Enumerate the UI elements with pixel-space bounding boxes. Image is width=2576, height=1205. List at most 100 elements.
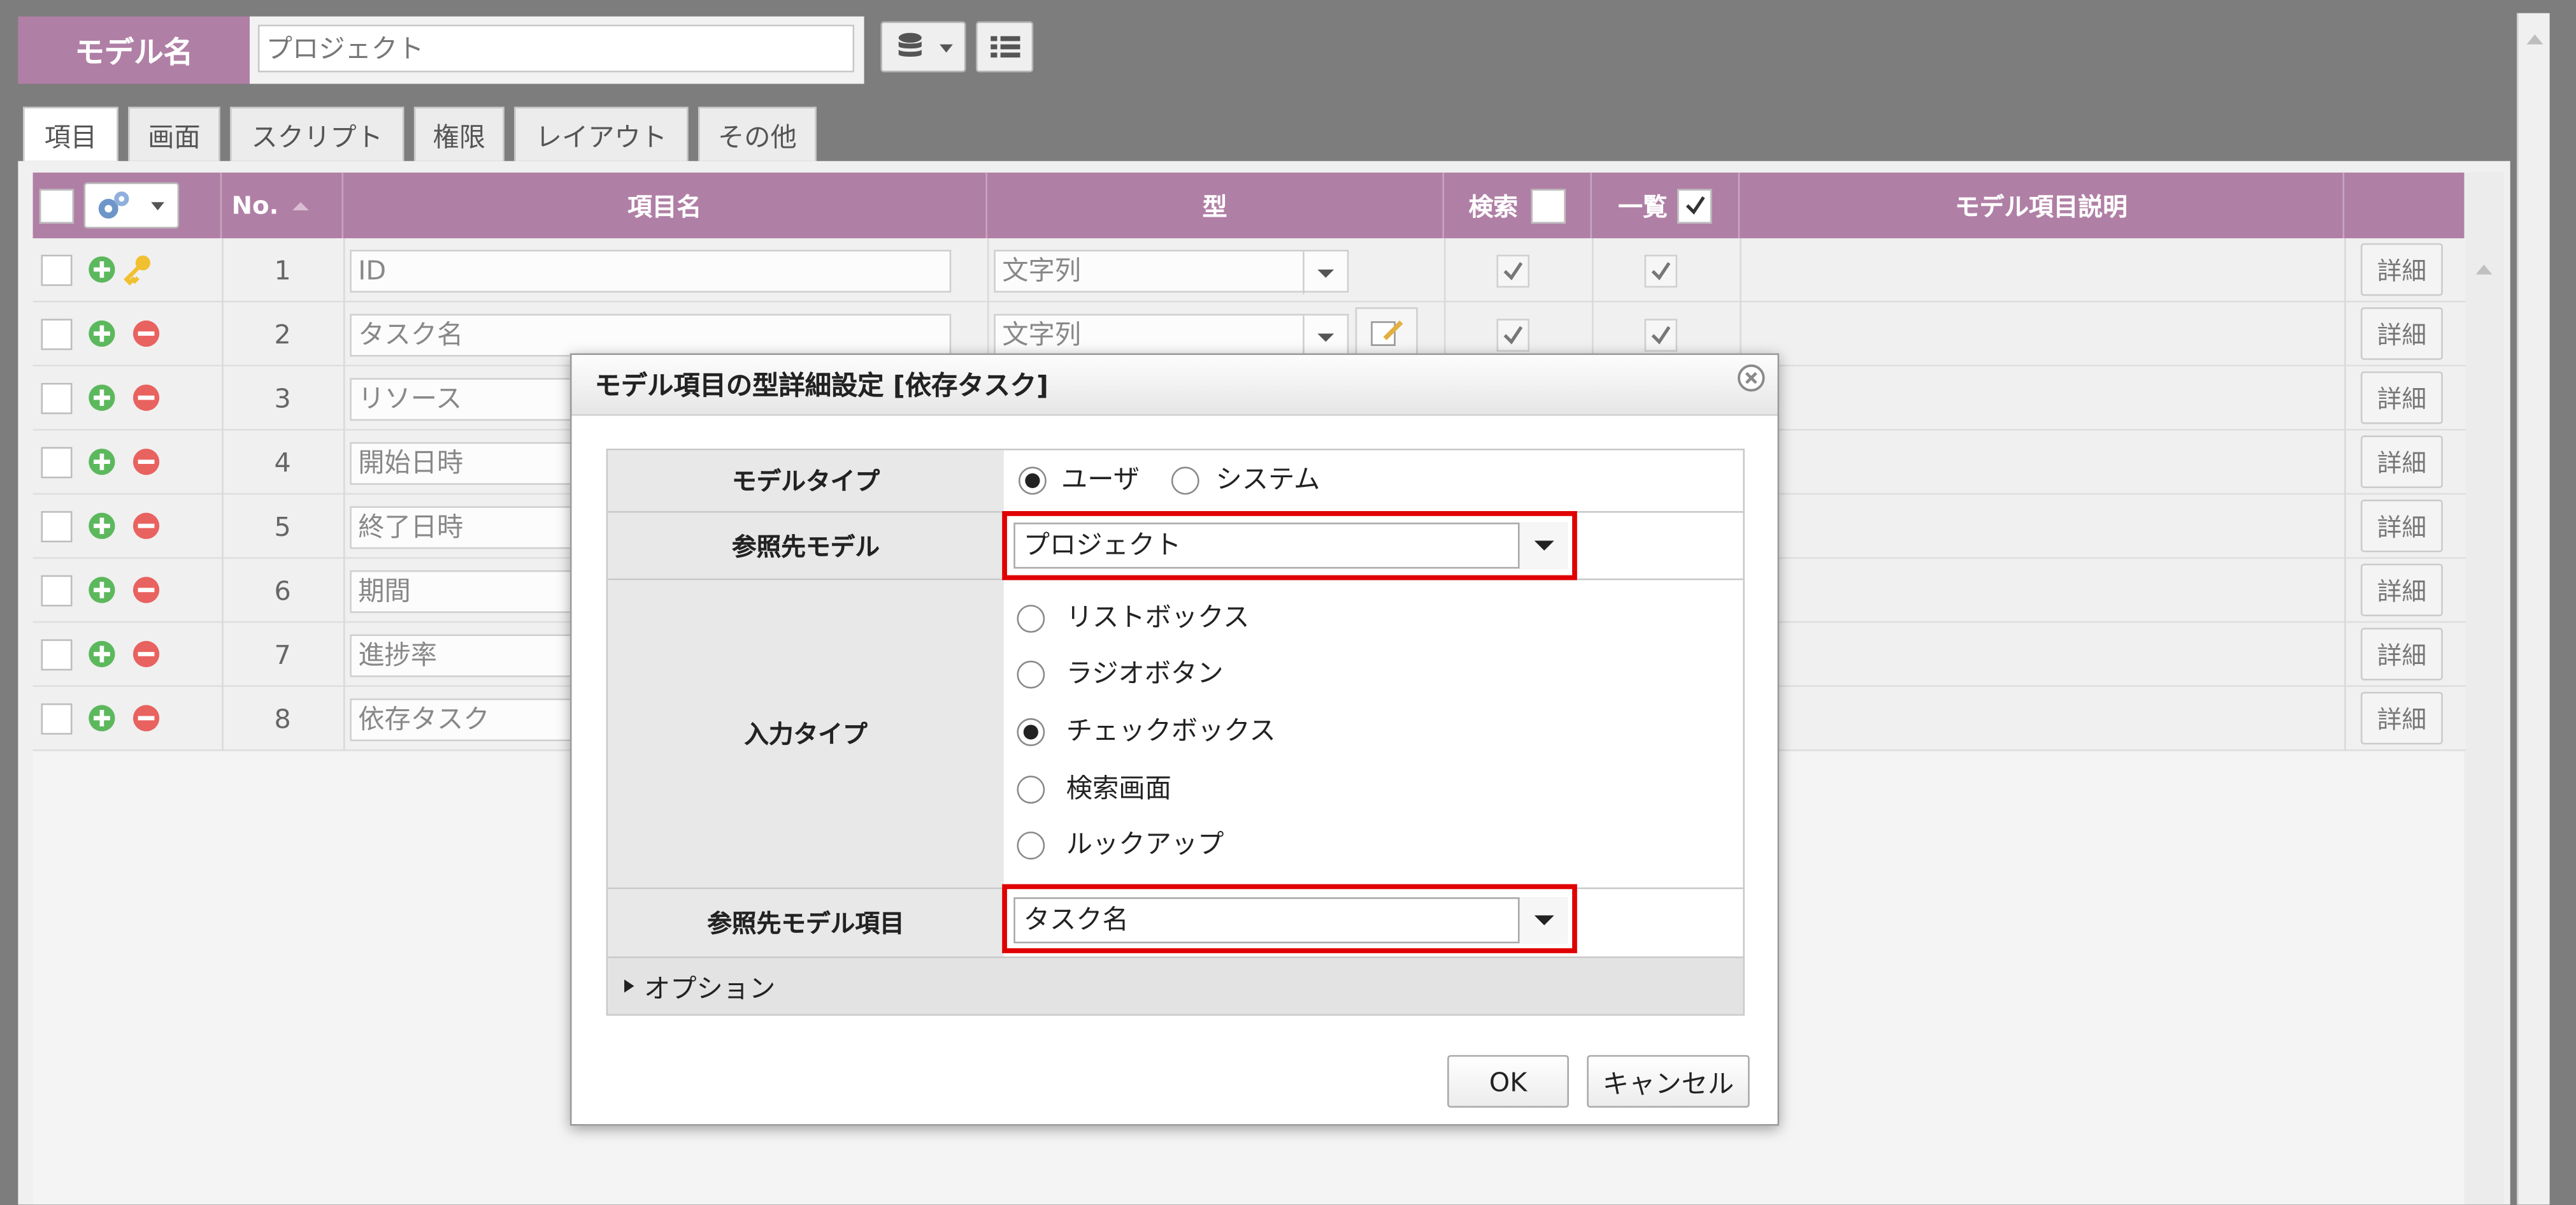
item-name-input[interactable]: ID — [350, 250, 952, 293]
detail-button[interactable]: 詳細 — [2361, 307, 2443, 360]
remove-row-icon[interactable] — [131, 319, 161, 348]
ref-model-select[interactable]: プロジェクト — [1013, 523, 1568, 569]
check-icon — [1651, 326, 1671, 345]
column-divider — [2344, 238, 2346, 751]
tab-layout[interactable]: レイアウト — [514, 106, 689, 161]
row-select-checkbox[interactable] — [41, 575, 73, 607]
row-select-checkbox[interactable] — [41, 382, 73, 414]
primary-key-icon — [124, 256, 150, 286]
type-dropdown-button[interactable] — [1303, 251, 1345, 294]
add-row-icon[interactable] — [87, 575, 117, 605]
input-type-checkbox-label: チェックボックス — [1066, 714, 1276, 746]
tab-screen[interactable]: 画面 — [128, 106, 220, 161]
model-type-system-radio[interactable] — [1171, 466, 1199, 495]
add-row-icon[interactable] — [87, 639, 117, 668]
row-number: 4 — [274, 447, 291, 479]
list-view-button[interactable] — [975, 21, 1034, 73]
col-list-header: 一覧 — [1592, 172, 1740, 238]
remove-row-icon[interactable] — [131, 639, 161, 668]
ok-button[interactable]: OK — [1447, 1055, 1569, 1108]
add-row-icon[interactable] — [87, 447, 117, 476]
list-checkbox[interactable] — [1644, 254, 1678, 288]
remove-row-icon[interactable] — [131, 704, 161, 733]
tab-script[interactable]: スクリプト — [230, 106, 404, 161]
input-type-lookup-radio[interactable] — [1017, 831, 1045, 860]
tab-permission[interactable]: 権限 — [413, 106, 504, 161]
detail-button[interactable]: 詳細 — [2361, 371, 2443, 424]
col-list-label: 一覧 — [1618, 191, 1668, 221]
row-select-checkbox[interactable] — [41, 639, 73, 671]
row-select-checkbox[interactable] — [41, 254, 73, 286]
database-icon — [898, 32, 953, 56]
tab-other[interactable]: その他 — [698, 106, 817, 161]
ref-model-dropdown-button[interactable] — [1517, 523, 1568, 569]
input-type-checkbox-radio[interactable] — [1017, 718, 1045, 746]
input-type-lookup-label: ルックアップ — [1066, 828, 1224, 860]
type-select[interactable]: 文字列 — [994, 314, 1349, 357]
detail-button[interactable]: 詳細 — [2361, 435, 2443, 488]
chevron-down-icon — [1533, 540, 1554, 551]
search-all-checkbox[interactable] — [1531, 188, 1566, 223]
add-row-icon[interactable] — [87, 383, 117, 412]
cancel-button[interactable]: キャンセル — [1587, 1055, 1750, 1108]
sort-asc-icon — [291, 202, 308, 211]
list-all-checkbox[interactable] — [1677, 188, 1712, 223]
options-label: オプション — [643, 972, 776, 1004]
col-type-header: 型 — [987, 172, 1444, 238]
select-all-checkbox[interactable] — [39, 188, 75, 223]
add-row-icon[interactable] — [87, 704, 117, 733]
remove-row-icon[interactable] — [131, 511, 161, 540]
row-number: 1 — [274, 254, 291, 286]
search-checkbox[interactable] — [1496, 319, 1530, 352]
add-row-icon[interactable] — [87, 511, 117, 540]
input-type-search-radio[interactable] — [1017, 776, 1045, 804]
row-select-checkbox[interactable] — [41, 319, 73, 350]
column-divider — [343, 238, 345, 751]
type-dropdown-button[interactable] — [1303, 315, 1345, 359]
input-type-radiobutton-radio[interactable] — [1017, 660, 1045, 689]
col-no-header[interactable]: No. — [222, 172, 344, 238]
scroll-up-icon — [2475, 264, 2493, 275]
detail-button[interactable]: 詳細 — [2361, 628, 2443, 681]
check-icon — [1685, 196, 1705, 215]
row-select-checkbox[interactable] — [41, 447, 73, 479]
model-name-input[interactable]: プロジェクト — [257, 24, 855, 73]
check-icon — [1503, 326, 1523, 345]
type-select[interactable]: 文字列 — [994, 250, 1349, 293]
actions-menu-button[interactable] — [83, 182, 180, 229]
caret-right-icon — [624, 979, 634, 993]
list-checkbox[interactable] — [1644, 319, 1678, 352]
input-type-listbox-label: リストボックス — [1066, 601, 1250, 633]
chevron-down-icon — [1317, 333, 1333, 342]
dialog-close-button[interactable] — [1736, 363, 1766, 393]
ref-item-dropdown-button[interactable] — [1517, 897, 1568, 944]
row-select-checkbox[interactable] — [41, 703, 73, 735]
ref-item-select[interactable]: タスク名 — [1013, 897, 1568, 944]
add-row-icon[interactable] — [87, 319, 117, 348]
input-type-listbox-radio[interactable] — [1017, 605, 1045, 633]
input-type-label: 入力タイプ — [608, 580, 1004, 888]
tab-items[interactable]: 項目 — [23, 106, 118, 161]
col-item-name-header: 項目名 — [343, 172, 987, 238]
detail-button[interactable]: 詳細 — [2361, 243, 2443, 296]
row-number: 8 — [274, 703, 291, 735]
model-type-user-radio[interactable] — [1018, 466, 1047, 495]
remove-row-icon[interactable] — [131, 575, 161, 605]
model-type-system-label: システム — [1215, 463, 1320, 495]
ref-item-label: 参照先モデル項目 — [608, 889, 1004, 956]
chevron-down-icon — [1533, 915, 1554, 925]
detail-button[interactable]: 詳細 — [2361, 500, 2443, 552]
search-checkbox[interactable] — [1496, 254, 1530, 288]
add-row-icon[interactable] — [87, 255, 117, 284]
options-toggle[interactable]: オプション — [608, 958, 1743, 1014]
type-settings-button[interactable] — [1355, 307, 1418, 357]
remove-row-icon[interactable] — [131, 383, 161, 412]
grid-scrollbar[interactable] — [2464, 172, 2504, 1205]
item-name-input[interactable]: タスク名 — [350, 314, 952, 357]
detail-button[interactable]: 詳細 — [2361, 691, 2443, 745]
row-select-checkbox[interactable] — [41, 511, 73, 543]
remove-row-icon[interactable] — [131, 447, 161, 476]
page-scrollbar[interactable] — [2517, 13, 2550, 1205]
detail-button[interactable]: 詳細 — [2361, 563, 2443, 617]
database-menu-button[interactable] — [880, 21, 966, 73]
